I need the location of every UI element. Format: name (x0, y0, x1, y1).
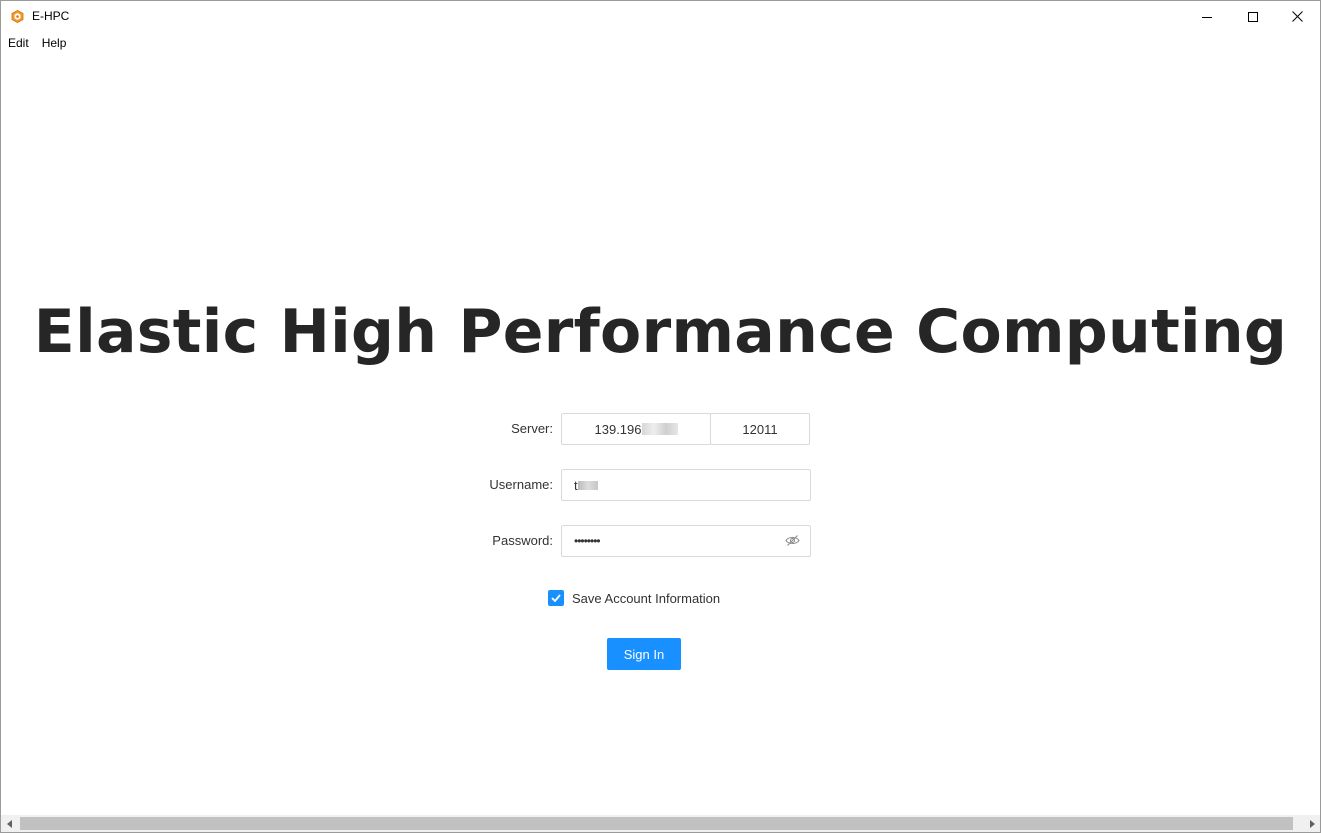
password-label: Password: (492, 533, 553, 548)
close-button[interactable] (1274, 1, 1320, 32)
username-row: Username: t (1, 469, 1320, 501)
menu-edit[interactable]: Edit (2, 36, 35, 50)
username-value: t (574, 477, 578, 493)
username-input[interactable]: t (561, 469, 811, 501)
save-account-checkbox[interactable] (548, 590, 564, 606)
window-title: E-HPC (32, 9, 70, 23)
checkmark-icon (551, 594, 561, 602)
scroll-right-button[interactable] (1303, 815, 1320, 832)
maximize-button[interactable] (1230, 1, 1276, 32)
save-account-option[interactable]: Save Account Information (548, 590, 720, 606)
server-ip-input[interactable]: 139.196 (561, 413, 711, 445)
title-bar: E-HPC (1, 1, 1320, 32)
menu-help[interactable]: Help (36, 36, 73, 50)
username-label: Username: (489, 477, 553, 492)
scroll-left-icon (6, 819, 12, 828)
sign-in-button[interactable]: Sign In (607, 638, 681, 670)
save-account-label[interactable]: Save Account Information (572, 591, 720, 606)
scroll-right-icon (1309, 819, 1315, 828)
eye-hidden-icon[interactable] (785, 534, 800, 547)
maximize-icon (1248, 11, 1258, 22)
close-icon (1291, 11, 1303, 22)
server-label: Server: (511, 421, 553, 436)
minimize-button[interactable] (1184, 1, 1230, 32)
password-row: Password: •••••••• (1, 525, 1320, 557)
minimize-icon (1202, 16, 1212, 18)
page-title: Elastic High Performance Computing (33, 297, 1288, 367)
redacted-text (577, 480, 598, 490)
server-port-input[interactable]: 12011 (710, 413, 810, 445)
scroll-left-button[interactable] (1, 815, 18, 832)
server-port-value: 12011 (742, 421, 778, 437)
horizontal-scrollbar[interactable] (1, 815, 1320, 832)
app-window: E-HPC Edit Help Elastic High Performance… (0, 0, 1321, 833)
menu-bar: Edit Help (1, 32, 1320, 54)
password-value: •••••••• (574, 534, 601, 548)
password-input[interactable]: •••••••• (561, 525, 811, 557)
server-row: Server: 139.196 12011 (1, 413, 1320, 445)
redacted-text (641, 423, 678, 435)
server-ip-value: 139.196 (594, 421, 642, 437)
scrollbar-thumb[interactable] (20, 817, 1293, 830)
app-logo-icon (11, 10, 24, 23)
